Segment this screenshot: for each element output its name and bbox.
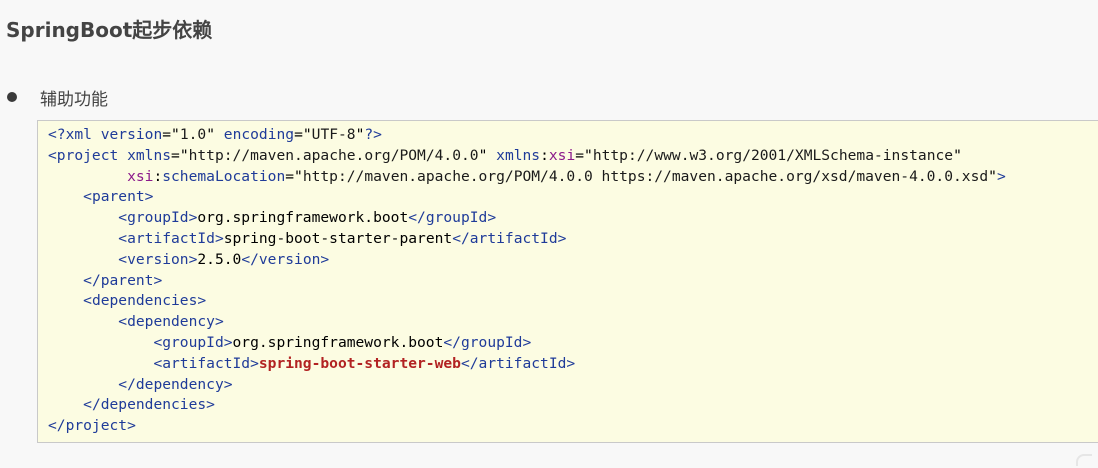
code-line-parent-close: </parent> — [83, 271, 163, 289]
schema-location-value: http://maven.apache.org/POM/4.0.0 https:… — [302, 167, 989, 185]
code-line-xml-declaration: <?xml version="1.0" encoding="UTF-8"?> — [48, 126, 382, 143]
code-line-dep-artifact-id: <artifactId>spring-boot-starter-web</art… — [153, 354, 576, 372]
code-line-dependency-open: <dependency> — [118, 313, 224, 331]
xml-encoding-value: UTF-8 — [311, 126, 356, 143]
xml-version-value: 1.0 — [179, 126, 207, 143]
code-line-dependencies-close: </dependencies> — [83, 396, 215, 414]
parent-version-value: 2.5.0 — [197, 250, 242, 268]
code-line-project-open: <project xmlns="http://maven.apache.org/… — [48, 146, 962, 164]
xmlns-xsi-value: http://www.w3.org/2001/XMLSchema-instanc… — [592, 146, 954, 164]
parent-group-id-value: org.springframework.boot — [197, 209, 409, 227]
code-line-project-close: </project> — [48, 417, 136, 435]
code-line-dependencies-open: <dependencies> — [83, 292, 207, 310]
corner-decoration-icon — [1076, 454, 1092, 466]
code-line-parent-version: <version>2.5.0</version> — [118, 250, 330, 268]
dep-artifact-id-value: spring-boot-starter-web — [258, 354, 461, 372]
code-block: <?xml version="1.0" encoding="UTF-8"?> <… — [37, 120, 1098, 443]
bullet-label: 辅助功能 — [40, 90, 108, 110]
code-line-schema-location: xsi:schemaLocation="http://maven.apache.… — [127, 167, 1006, 185]
bullet-dot-icon — [7, 92, 17, 102]
code-line-parent-open: <parent> — [83, 188, 154, 206]
code-line-parent-artifact-id: <artifactId>spring-boot-starter-parent</… — [118, 229, 567, 247]
code-line-dependency-close: </dependency> — [118, 375, 233, 393]
dep-group-id-value: org.springframework.boot — [232, 333, 444, 351]
section-title: SpringBoot起步依赖 — [6, 18, 213, 42]
parent-artifact-id-value: spring-boot-starter-parent — [223, 229, 453, 247]
code-line-dep-group-id: <groupId>org.springframework.boot</group… — [153, 333, 532, 351]
code-line-parent-group-id: <groupId>org.springframework.boot</group… — [118, 209, 497, 227]
xmlns-value: http://maven.apache.org/POM/4.0.0 — [188, 146, 479, 164]
